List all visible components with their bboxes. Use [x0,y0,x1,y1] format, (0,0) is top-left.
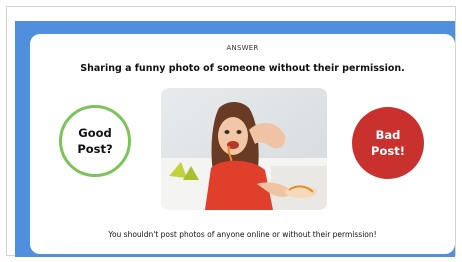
bad-post-button[interactable]: Bad Post! [352,107,424,179]
good-post-button[interactable]: Good Post? [59,105,131,177]
answer-card: ANSWER Sharing a funny photo of someone … [30,34,455,254]
question-text: Sharing a funny photo of someone without… [80,63,405,74]
answer-label: ANSWER [226,44,259,52]
good-post-label: Good Post? [77,126,113,156]
explanation-text: You shouldn't post photos of anyone onli… [108,230,377,239]
post-photo [161,88,327,210]
bad-post-label: Bad Post! [371,128,405,158]
